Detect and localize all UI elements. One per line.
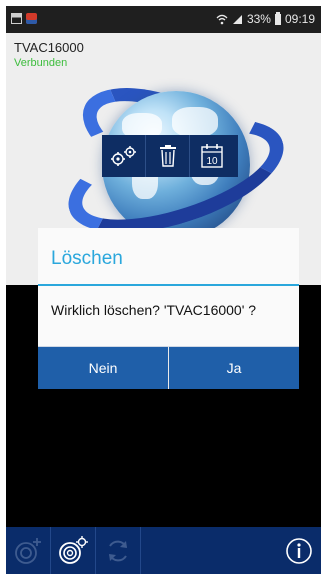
info-button[interactable] [276, 527, 321, 574]
delete-button[interactable] [146, 135, 190, 177]
yes-button[interactable]: Ja [168, 346, 299, 389]
wifi-icon [216, 14, 228, 24]
info-icon [285, 537, 312, 564]
device-action-bar: 10 [102, 135, 238, 177]
sim-card-icon [11, 13, 22, 24]
calendar-icon: 10 [201, 144, 223, 168]
schedule-button[interactable]: 10 [190, 135, 234, 177]
delete-dialog: Löschen Wirklich löschen? 'TVAC16000' ? … [38, 228, 299, 389]
add-camera-icon [15, 537, 41, 564]
dialog-title: Löschen [51, 248, 123, 269]
clock: 09:19 [284, 12, 315, 26]
battery-icon [274, 11, 281, 25]
device-name: TVAC16000 [14, 40, 84, 55]
phone-screen: 33% 09:19 TVAC16000 Verbunden 10 Löschen… [6, 6, 321, 574]
dialog-divider [38, 284, 299, 286]
battery-percent: 33% [246, 12, 271, 26]
camera-settings-button[interactable] [51, 527, 96, 574]
camera-settings-icon [59, 535, 88, 564]
app-notification-icon [26, 13, 37, 24]
bottom-toolbar [6, 527, 321, 574]
dialog-message: Wirklich löschen? 'TVAC16000' ? [51, 302, 257, 318]
gears-icon [110, 146, 136, 166]
connection-status: Verbunden [14, 57, 68, 69]
dialog-button-row: Nein Ja [38, 346, 299, 389]
trash-icon [159, 145, 176, 167]
signal-icon [232, 14, 242, 24]
status-bar: 33% 09:19 [6, 6, 321, 33]
settings-button[interactable] [102, 135, 146, 177]
calendar-day: 10 [206, 156, 218, 167]
add-camera-button[interactable] [6, 527, 51, 574]
no-button[interactable]: Nein [38, 346, 168, 389]
refresh-button[interactable] [96, 527, 141, 574]
refresh-icon [109, 540, 127, 561]
